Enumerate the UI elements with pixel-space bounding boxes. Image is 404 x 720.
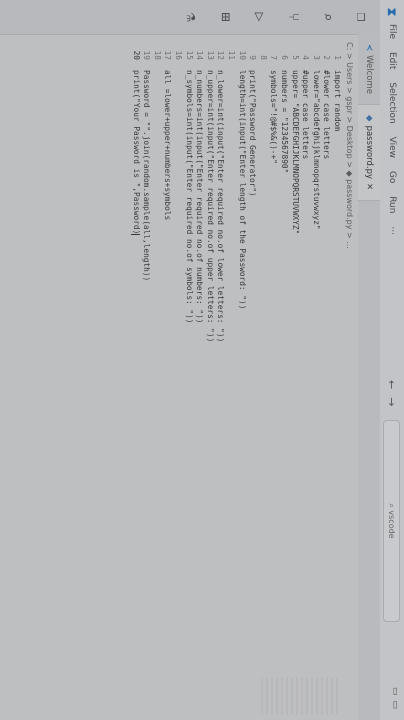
code-line[interactable]: 20 print("Your Password is ",Password): [130, 34, 141, 720]
code-text[interactable]: n_symbols=int(input("Enter required no.o…: [183, 70, 194, 323]
line-number: 1: [333, 55, 342, 60]
line-number: 14: [195, 50, 205, 60]
code-line[interactable]: 6 numbers = "1234567890": [278, 34, 289, 720]
code-text[interactable]: print("Your Password is ",Password): [130, 70, 141, 236]
vscode-tab-icon: ≺: [364, 44, 374, 52]
line-number: 10: [237, 50, 247, 60]
code-line[interactable]: 8: [257, 34, 268, 720]
tab-welcome[interactable]: ≺ Welcome: [358, 34, 380, 106]
code-text[interactable]: length=int(input("Enter length of the Pa…: [236, 70, 247, 309]
breadcrumb: C: > Users > gspr > Desktop > ◆ password…: [342, 34, 358, 720]
line-number: 11: [227, 50, 237, 60]
search-icon[interactable]: ⌕: [318, 7, 338, 27]
code-text[interactable]: all =lower+upper+numbers+symbols: [162, 70, 173, 220]
code-line[interactable]: 9 print("Password Generator"): [247, 34, 258, 720]
tab-password-label: password.py: [364, 125, 374, 180]
text-cursor: [131, 234, 141, 236]
toggle-panel-icon[interactable]: ▭: [390, 700, 400, 714]
menu-selection[interactable]: Selection: [387, 82, 397, 123]
code-line[interactable]: 17 all =lower+upper+numbers+symbols: [162, 34, 173, 720]
menu-more[interactable]: ···: [387, 226, 397, 235]
code-text[interactable]: n_numbers=int(input("Enter required no.o…: [194, 70, 204, 323]
extensions-icon[interactable]: ⊞: [216, 7, 236, 27]
line-number: 16: [174, 50, 184, 60]
nav-arrows: ←→: [386, 380, 399, 414]
minimap[interactable]: [258, 678, 338, 714]
code-line[interactable]: 2 #lower case letters: [321, 34, 332, 720]
menu-bar: File Edit Selection View Go Run ···: [387, 24, 397, 245]
line-number: 5: [290, 55, 300, 60]
search-icon: ⌕: [387, 503, 397, 511]
menu-run[interactable]: Run: [387, 196, 397, 213]
command-center-search[interactable]: ⌕ vscode: [383, 420, 400, 622]
testing-icon[interactable]: ⚗: [182, 7, 202, 27]
line-number: 7: [269, 55, 279, 60]
menu-view[interactable]: View: [387, 137, 397, 158]
layout-controls: ▭▭: [390, 687, 400, 714]
code-line[interactable]: 19 Password = "".join(random.sample(all,l…: [141, 34, 152, 720]
run-debug-icon[interactable]: ▷: [250, 7, 270, 27]
line-number: 8: [258, 55, 268, 60]
vscode-logo-icon: ⧗: [385, 7, 400, 17]
back-arrow-icon[interactable]: ←: [386, 380, 399, 397]
code-text[interactable]: lower="abcdefghijklmnopqrstuvwxyz": [310, 70, 321, 230]
search-label: vscode: [387, 510, 396, 539]
line-number: 2: [322, 55, 332, 60]
line-number: 20: [131, 50, 141, 60]
code-line[interactable]: 14 n_numbers=int(input("Enter required no…: [194, 34, 205, 720]
editor-tabs: ≺ Welcome ◆ password.py ✕: [358, 34, 380, 720]
line-number: 13: [205, 50, 215, 60]
vscode-window: ⧗ File Edit Selection View Go Run ··· ←→…: [0, 0, 404, 720]
close-tab-icon[interactable]: ✕: [364, 183, 374, 190]
code-line[interactable]: 13 n_upper=int(input("Enter required no.o…: [204, 34, 215, 720]
code-text[interactable]: n_upper=int(input("Enter required no.of …: [204, 70, 215, 342]
menu-file[interactable]: File: [387, 24, 397, 39]
line-number: 17: [163, 50, 173, 60]
line-number: 12: [216, 50, 226, 60]
line-number: 15: [184, 50, 194, 60]
tab-password-py[interactable]: ◆ password.py ✕: [358, 105, 380, 202]
code-text[interactable]: print("Password Generator"): [247, 70, 257, 197]
toggle-sidebar-icon[interactable]: ▭: [390, 687, 400, 701]
code-text[interactable]: numbers = "1234567890": [278, 70, 289, 173]
activity-bar: ❐ ⌕ ⑂ ▷ ⊞ ⚗: [0, 0, 380, 35]
code-line[interactable]: 4 #upper case letters: [300, 34, 311, 720]
code-line[interactable]: 1 import random: [331, 34, 342, 720]
code-text[interactable]: n_lower=int(input("Enter required no.of …: [215, 70, 225, 342]
code-text[interactable]: #lower case letters: [321, 70, 331, 159]
menu-go[interactable]: Go: [387, 171, 397, 183]
python-file-icon: ◆: [364, 115, 374, 122]
code-text[interactable]: import random: [331, 70, 342, 131]
code-line[interactable]: 7 symbols="!@#$%&()-+": [268, 34, 279, 720]
explorer-icon[interactable]: ❐: [352, 7, 372, 27]
forward-arrow-icon[interactable]: →: [386, 397, 399, 414]
menu-edit[interactable]: Edit: [387, 52, 397, 69]
line-number: 3: [311, 55, 321, 60]
code-text[interactable]: upper= "ABCDEFGHIJKLMNOPQRSTUVWXYZ": [289, 70, 300, 234]
line-number: 6: [280, 55, 290, 60]
line-number: 19: [142, 50, 152, 60]
code-line[interactable]: 11: [225, 34, 236, 720]
code-line[interactable]: 15 n_symbols=int(input("Enter required no…: [183, 34, 194, 720]
code-line[interactable]: 12 n_lower=int(input("Enter required no.o…: [215, 34, 226, 720]
code-line[interactable]: 3 lower="abcdefghijklmnopqrstuvwxyz": [310, 34, 321, 720]
code-line[interactable]: 18: [151, 34, 162, 720]
code-editor[interactable]: 1 import random 2 #lower case letters 3 lower…: [0, 34, 342, 720]
source-control-icon[interactable]: ⑂: [284, 7, 304, 27]
code-line[interactable]: 10 length=int(input("Enter length of the …: [236, 34, 247, 720]
breadcrumb-path[interactable]: C: > Users > gspr > Desktop > ◆ password…: [346, 42, 355, 249]
line-number: 18: [152, 50, 162, 60]
code-text[interactable]: #upper case letters: [300, 70, 310, 159]
code-text[interactable]: Password = "".join(random.sample(all,len…: [141, 70, 151, 281]
line-number: 4: [301, 55, 311, 60]
tab-welcome-label: Welcome: [364, 55, 374, 95]
title-bar: ⧗ File Edit Selection View Go Run ··· ←→…: [379, 0, 404, 720]
code-text[interactable]: symbols="!@#$%&()-+": [268, 70, 278, 164]
line-number: 9: [248, 55, 258, 60]
code-line[interactable]: 16: [173, 34, 184, 720]
code-line[interactable]: 5 upper= "ABCDEFGHIJKLMNOPQRSTUVWXYZ": [289, 34, 300, 720]
